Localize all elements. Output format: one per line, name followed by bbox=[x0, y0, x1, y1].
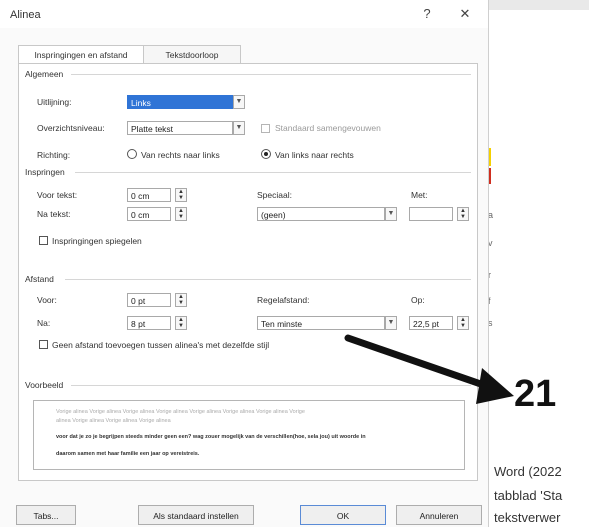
arrow-head bbox=[476, 368, 514, 404]
annotation-arrow bbox=[344, 334, 514, 404]
arrow-shaft bbox=[344, 334, 502, 394]
annotation-number: 21 bbox=[514, 373, 557, 415]
